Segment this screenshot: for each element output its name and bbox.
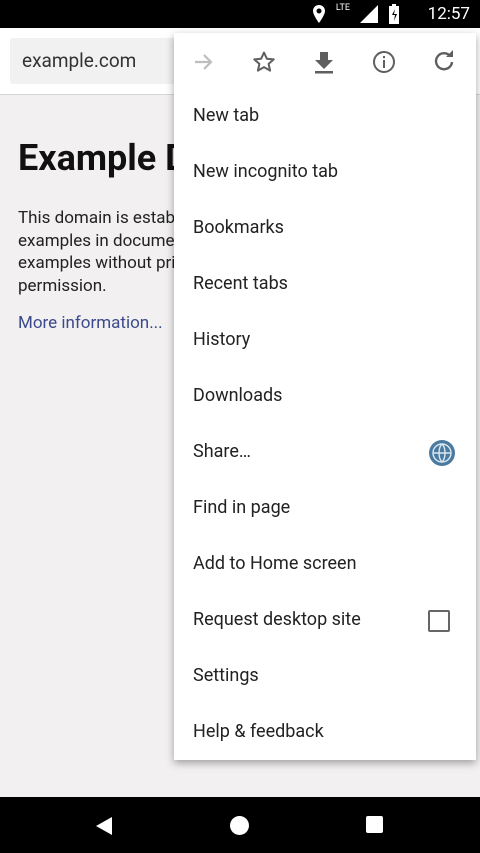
menu-item-label: New incognito tab bbox=[193, 161, 339, 182]
menu-item-label: Share… bbox=[193, 441, 251, 462]
menu-item-history[interactable]: History bbox=[174, 313, 476, 369]
menu-item-help-feedback[interactable]: Help & feedback bbox=[174, 705, 476, 761]
menu-item-recent-tabs[interactable]: Recent tabs bbox=[174, 257, 476, 313]
network-type: LTE bbox=[335, 3, 350, 13]
recents-icon[interactable] bbox=[366, 816, 383, 833]
menu-item-label: Downloads bbox=[193, 385, 283, 406]
menu-item-label: Find in page bbox=[193, 497, 291, 518]
status-bar: LTE 12:57 bbox=[0, 0, 480, 28]
more-info-link[interactable]: More information... bbox=[18, 313, 163, 333]
home-icon[interactable] bbox=[230, 816, 249, 835]
clock: 12:57 bbox=[427, 4, 470, 24]
menu-item-label: History bbox=[193, 329, 251, 350]
menu-item-add-to-home-screen[interactable]: Add to Home screen bbox=[174, 537, 476, 593]
menu-item-label: Add to Home screen bbox=[193, 553, 357, 574]
menu-icon-row bbox=[174, 33, 476, 89]
menu-item-new-tab[interactable]: New tab bbox=[174, 89, 476, 145]
menu-item-label: Recent tabs bbox=[193, 273, 288, 294]
refresh-icon[interactable] bbox=[429, 47, 459, 77]
signal-icon bbox=[360, 5, 378, 23]
menu-item-label: Help & feedback bbox=[193, 721, 324, 742]
back-icon[interactable] bbox=[96, 817, 112, 835]
menu-item-label: Bookmarks bbox=[193, 217, 284, 238]
menu-item-bookmarks[interactable]: Bookmarks bbox=[174, 201, 476, 257]
status-icons: LTE bbox=[312, 3, 400, 24]
share-globe-icon[interactable] bbox=[428, 439, 456, 471]
menu-item-settings[interactable]: Settings bbox=[174, 649, 476, 705]
menu-item-request-desktop-site[interactable]: Request desktop site bbox=[174, 593, 476, 649]
forward-arrow-icon[interactable] bbox=[189, 47, 219, 77]
system-nav-bar bbox=[0, 797, 480, 853]
download-icon[interactable] bbox=[309, 47, 339, 77]
star-icon[interactable] bbox=[249, 47, 279, 77]
menu-item-label: Settings bbox=[193, 665, 259, 686]
menu-item-find-in-page[interactable]: Find in page bbox=[174, 481, 476, 537]
location-icon bbox=[312, 5, 325, 23]
url-text: example.com bbox=[22, 49, 137, 72]
menu-item-share[interactable]: Share… bbox=[174, 425, 476, 481]
checkbox-box bbox=[428, 610, 450, 632]
menu-item-new-incognito-tab[interactable]: New incognito tab bbox=[174, 145, 476, 201]
battery-icon bbox=[389, 4, 399, 24]
overflow-menu: New tab New incognito tab Bookmarks Rece… bbox=[174, 33, 476, 760]
desktop-site-checkbox[interactable] bbox=[428, 610, 450, 632]
menu-item-downloads[interactable]: Downloads bbox=[174, 369, 476, 425]
info-icon[interactable] bbox=[369, 47, 399, 77]
menu-item-label: New tab bbox=[193, 105, 260, 126]
menu-item-label: Request desktop site bbox=[193, 609, 361, 630]
